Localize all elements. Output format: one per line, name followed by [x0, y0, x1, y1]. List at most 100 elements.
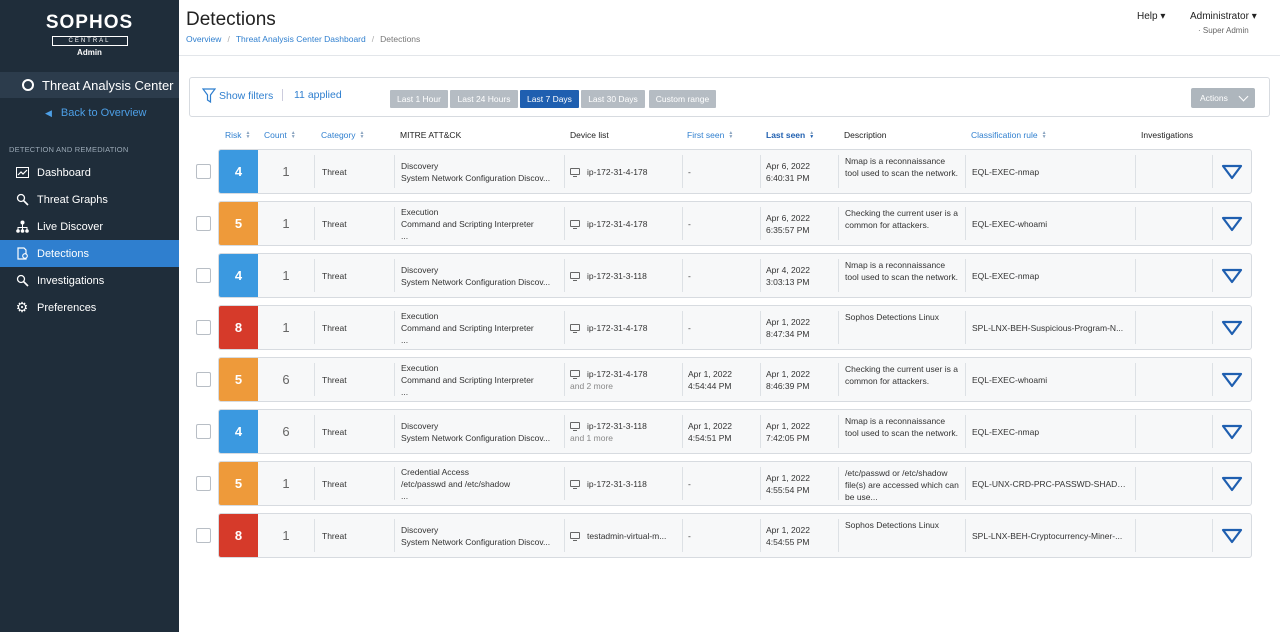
first-seen-line: - [688, 478, 691, 489]
column-divider [1135, 155, 1136, 188]
back-to-overview-link[interactable]: ◀ Back to Overview [45, 107, 147, 119]
column-divider [314, 519, 315, 552]
expand-row-button[interactable] [1213, 202, 1251, 245]
expand-row-button[interactable] [1213, 150, 1251, 193]
table-row[interactable]: 4 1 Threat Discovery System Network Confi… [218, 253, 1252, 298]
applied-filters-count[interactable]: 11 applied [282, 89, 342, 101]
device-name[interactable]: ip-172-31-4-178 [587, 218, 647, 230]
column-divider [1135, 259, 1136, 292]
range-last-7-days[interactable]: Last 7 Days [520, 90, 579, 108]
row-checkbox[interactable] [196, 164, 211, 179]
triangle-down-icon [1221, 268, 1243, 283]
help-menu[interactable]: Help ▾ [1137, 11, 1165, 22]
device-name[interactable]: ip-172-31-3-118 [587, 270, 647, 282]
monitor-icon [570, 480, 580, 489]
column-divider [965, 467, 966, 500]
device-name[interactable]: testadmin-virtual-m... [587, 530, 666, 542]
sidebar-item-detections[interactable]: Detections [0, 240, 179, 267]
mitre-cell: Execution Command and Scripting Interpret… [401, 306, 559, 349]
sidebar-item-preferences[interactable]: ⚙ Preferences [0, 294, 179, 321]
last-seen-cell: Apr 1, 2022 7:42:05 PM [766, 410, 836, 453]
range-last-24-hours[interactable]: Last 24 Hours [450, 90, 518, 108]
expand-row-button[interactable] [1213, 514, 1251, 557]
sidebar-nav: Dashboard Threat Graphs Live Discover De… [0, 159, 179, 321]
sort-icon: ▲ ▼ [728, 130, 734, 140]
column-header-first-seen[interactable]: First seen ▲ ▼ [687, 130, 733, 140]
mitre-line: Discovery [401, 160, 439, 171]
funnel-icon [202, 88, 216, 104]
row-checkbox[interactable] [196, 268, 211, 283]
table-row[interactable]: 4 1 Threat Discovery System Network Confi… [218, 149, 1252, 194]
range-last-1-hour[interactable]: Last 1 Hour [390, 90, 448, 108]
expand-row-button[interactable] [1213, 410, 1251, 453]
rule-text: EQL-UNX-CRD-PRC-PASSWD-SHADO... [972, 478, 1130, 489]
row-checkbox[interactable] [196, 424, 211, 439]
table-row[interactable]: 8 1 Threat Execution Command and Scriptin… [218, 305, 1252, 350]
column-header-last-seen[interactable]: Last seen ▲ ▼ [766, 130, 814, 140]
mitre-line: System Network Configuration Discov... [401, 432, 551, 443]
column-divider [838, 363, 839, 396]
rule-text: EQL-EXEC-whoami [972, 374, 1048, 385]
table-row[interactable]: 5 1 Threat Credential Access/etc/passwd … [218, 461, 1252, 506]
show-filters-button[interactable]: Show filters [202, 88, 273, 104]
admin-menu[interactable]: Administrator ▾ [1190, 11, 1257, 22]
expand-row-button[interactable] [1213, 462, 1251, 505]
sidebar-item-investigations[interactable]: Investigations [0, 267, 179, 294]
first-seen-cell: - [688, 254, 760, 297]
app-header[interactable]: Threat Analysis Center [0, 72, 179, 98]
device-more[interactable]: and 1 more [570, 432, 682, 444]
device-name[interactable]: ip-172-31-4-178 [587, 166, 647, 178]
row-checkbox[interactable] [196, 216, 211, 231]
back-label: Back to Overview [60, 107, 147, 119]
category-value: Threat [322, 374, 347, 385]
range-last-30-days[interactable]: Last 30 Days [581, 90, 645, 108]
row-checkbox[interactable] [196, 320, 211, 335]
mitre-line: Command and Scripting Interpreter [401, 322, 534, 333]
table-row[interactable]: 4 6 Threat Discovery System Network Confi… [218, 409, 1252, 454]
sophos-logo[interactable]: SOPHOS CENTRAL Admin [0, 0, 179, 64]
description-text: Sophos Detections Linux [845, 520, 940, 530]
expand-row-button[interactable] [1213, 254, 1251, 297]
rule-text: EQL-EXEC-nmap [972, 270, 1040, 281]
column-divider [760, 467, 761, 500]
sidebar-item-live-discover[interactable]: Live Discover [0, 213, 179, 240]
classification-rule-cell: EQL-EXEC-nmap [972, 410, 1130, 453]
description-cell: Checking the current user is a common fo… [845, 358, 961, 401]
last-seen-cell: Apr 6, 2022 6:40:31 PM [766, 150, 836, 193]
device-name[interactable]: ip-172-31-4-178 [587, 322, 647, 334]
sidebar-item-threat-graphs[interactable]: Threat Graphs [0, 186, 179, 213]
mitre-line: Credential Access [401, 466, 470, 477]
last-seen-cell: Apr 1, 2022 4:55:54 PM [766, 462, 836, 505]
sort-icon: ▲ ▼ [359, 130, 365, 140]
breadcrumb-tac-dashboard[interactable]: Threat Analysis Center Dashboard [236, 34, 366, 44]
first-seen-line: - [688, 322, 691, 333]
risk-badge: 4 [219, 150, 258, 193]
column-header-risk[interactable]: Risk ▲ ▼ [225, 130, 250, 140]
investigation-icon [15, 274, 29, 288]
column-divider [314, 415, 315, 448]
table-row[interactable]: 5 1 Threat Execution Command and Scriptin… [218, 201, 1252, 246]
actions-button[interactable]: Actions [1191, 88, 1255, 108]
range-custom[interactable]: Custom range [649, 90, 716, 108]
table-row[interactable]: 8 1 Threat Discovery System Network Confi… [218, 513, 1252, 558]
monitor-icon [570, 370, 580, 379]
expand-row-button[interactable] [1213, 358, 1251, 401]
first-seen-cell: Apr 1, 2022 4:54:44 PM [688, 358, 760, 401]
expand-row-button[interactable] [1213, 306, 1251, 349]
device-name[interactable]: ip-172-31-3-118 [587, 420, 647, 432]
column-header-classification-rule[interactable]: Classification rule ▲ ▼ [971, 130, 1047, 140]
row-checkbox[interactable] [196, 372, 211, 387]
device-more[interactable]: and 2 more [570, 380, 682, 392]
column-divider [314, 259, 315, 292]
breadcrumb-overview[interactable]: Overview [186, 34, 221, 44]
row-checkbox[interactable] [196, 528, 211, 543]
column-header-category[interactable]: Category ▲ ▼ [321, 130, 364, 140]
count-cell: 1 [258, 150, 314, 193]
column-header-count[interactable]: Count ▲ ▼ [264, 130, 296, 140]
sidebar-item-dashboard[interactable]: Dashboard [0, 159, 179, 186]
device-name[interactable]: ip-172-31-4-178 [587, 368, 647, 380]
table-row[interactable]: 5 6 Threat Execution Command and Scriptin… [218, 357, 1252, 402]
device-name[interactable]: ip-172-31-3-118 [587, 478, 647, 490]
mitre-line: Execution [401, 362, 439, 373]
row-checkbox[interactable] [196, 476, 211, 491]
